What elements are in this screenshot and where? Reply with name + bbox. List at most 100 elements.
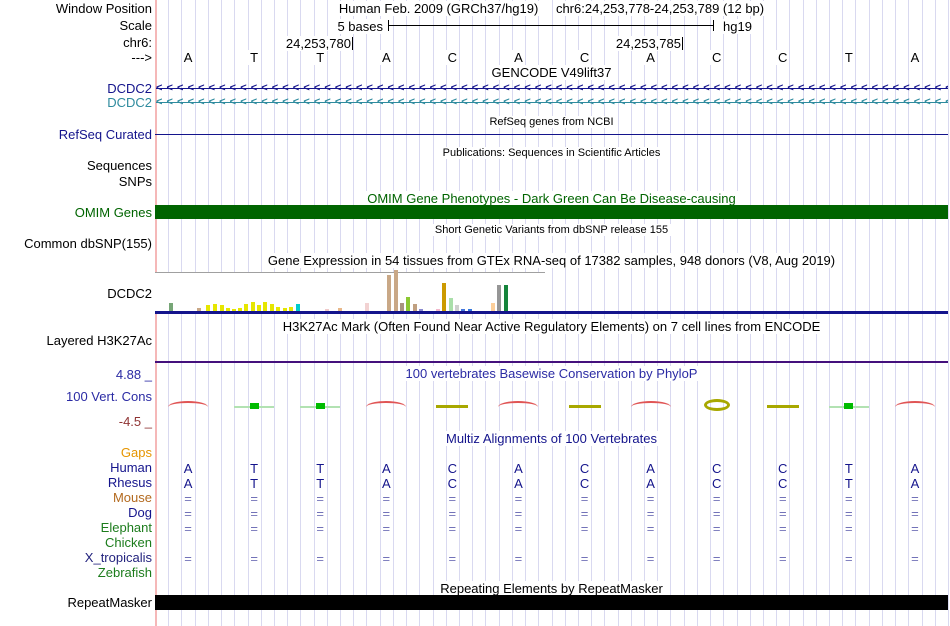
- multiz-alignment-cell: =: [249, 491, 259, 506]
- multiz-alignment-row[interactable]: = = = = = = = = = = = =: [155, 521, 948, 536]
- gtex-expression-bar: [449, 298, 453, 311]
- multiz-alignment-cell: C: [710, 476, 723, 491]
- dbsnp-track-title: Short Genetic Variants from dbSNP releas…: [155, 223, 948, 237]
- assembly-title: Human Feb. 2009 (GRCh37/hg19): [335, 1, 542, 16]
- multiz-alignment-cell: =: [183, 491, 193, 506]
- base-letter: C: [577, 50, 592, 65]
- repeatmasker-track-title: Repeating Elements by RepeatMasker: [155, 581, 948, 596]
- multiz-alignment-cell: =: [579, 491, 590, 506]
- gtex-expression-bar: [387, 275, 391, 311]
- base-letter: A: [644, 50, 657, 65]
- scale-row-label: Scale: [119, 18, 152, 33]
- multiz-alignment-cell: =: [844, 506, 854, 521]
- phylop-track-title: 100 vertebrates Basewise Conservation by…: [155, 366, 948, 381]
- window-position-title: Human Feb. 2009 (GRCh37/hg19) chr6:24,25…: [155, 1, 948, 16]
- multiz-alignment-cell: T: [315, 476, 326, 491]
- multiz-alignment-cell: =: [249, 506, 259, 521]
- multiz-alignment-cell: =: [844, 551, 854, 566]
- base-letter: C: [709, 50, 724, 65]
- common-dbsnp-label: Common dbSNP(155): [24, 236, 152, 251]
- coord-left-tick: [352, 37, 353, 50]
- omim-gene-bar[interactable]: [155, 205, 948, 219]
- phylop-mark-olive-line: [568, 405, 601, 408]
- gtex-expression-bar: [442, 283, 446, 311]
- multiz-alignment-cell: =: [513, 506, 524, 521]
- multiz-alignment-cell: =: [711, 506, 722, 521]
- multiz-species-label: X_tropicalis: [84, 550, 152, 565]
- gtex-expression-bar: [296, 304, 300, 311]
- gtex-expression-bar: [244, 304, 248, 311]
- scale-bar-left-tick: [388, 20, 389, 31]
- phylop-mark-olive-line: [436, 405, 469, 408]
- coord-left: 24,253,780: [285, 36, 351, 51]
- h3k27ac-track-line[interactable]: [155, 361, 948, 363]
- phylop-mark-green-tick: [844, 403, 854, 409]
- sequences-label: Sequences: [86, 158, 152, 173]
- multiz-species-label: Dog: [128, 505, 152, 520]
- multiz-alignment-cell: =: [447, 521, 458, 536]
- multiz-alignment-cell: =: [315, 506, 325, 521]
- gencode-gene-row[interactable]: <<<<<<<<<<<<<<<<<<<<<<<<<<<<<<<<<<<<<<<<…: [156, 82, 948, 95]
- strand-arrow-glyphs: <<<<<<<<<<<<<<<<<<<<<<<<<<<<<<<<<<<<<<<<…: [156, 82, 948, 94]
- multiz-alignment-cell: A: [182, 461, 194, 476]
- multiz-alignment-cell: T: [843, 461, 854, 476]
- repeatmasker-bar[interactable]: [155, 595, 948, 610]
- multiz-alignment-cell: A: [513, 476, 524, 491]
- multiz-alignment-cell: =: [447, 551, 458, 566]
- gtex-expression-bar: [504, 285, 508, 311]
- strand-direction-label: --->: [131, 50, 152, 65]
- phylop-mark-green-tick: [249, 403, 259, 409]
- gtex-expression-bar: [394, 270, 398, 311]
- multiz-alignment-row[interactable]: = = = = = = = = = = = =: [155, 491, 948, 506]
- refseq-curated-label: RefSeq Curated: [58, 127, 152, 142]
- multiz-alignment-cell: =: [645, 506, 656, 521]
- multiz-alignment-cell: A: [380, 461, 392, 476]
- refseq-gene-line[interactable]: [155, 134, 948, 135]
- multiz-alignment-cell: =: [579, 506, 590, 521]
- multiz-alignment-cell: =: [249, 521, 259, 536]
- multiz-alignment-row[interactable]: = = = = = = = = = = = =: [155, 551, 948, 566]
- gtex-expression-bar: [169, 303, 173, 311]
- gencode-gene-row[interactable]: <<<<<<<<<<<<<<<<<<<<<<<<<<<<<<<<<<<<<<<<…: [156, 96, 948, 109]
- multiz-alignment-cell: =: [711, 551, 722, 566]
- multiz-alignment-cell: =: [579, 521, 590, 536]
- multiz-alignment-cell: =: [315, 551, 325, 566]
- gtex-track-title: Gene Expression in 54 tissues from GTEx …: [155, 253, 948, 268]
- publications-track-title: Publications: Sequences in Scientific Ar…: [155, 146, 948, 160]
- multiz-alignment-cell: =: [777, 506, 788, 521]
- multiz-alignment-cell: =: [777, 521, 788, 536]
- assembly-short-label: hg19: [723, 19, 752, 34]
- scale-bar-right-tick: [713, 20, 714, 31]
- multiz-alignment-cell: C: [446, 476, 459, 491]
- omim-track-title: OMIM Gene Phenotypes - Dark Green Can Be…: [155, 191, 948, 206]
- multiz-alignment-cell: =: [513, 491, 524, 506]
- gtex-expression-bar: [270, 304, 274, 311]
- multiz-species-label: Rhesus: [107, 475, 152, 490]
- phylop-mark-olive-ellipse: [703, 399, 730, 411]
- multiz-alignment-row[interactable]: ATTACACACCTA: [155, 476, 948, 491]
- multiz-alignment-cell: =: [645, 521, 656, 536]
- multiz-alignment-cell: =: [910, 551, 920, 566]
- gtex-expression-bar: [263, 302, 267, 311]
- multiz-alignment-cell: =: [381, 521, 392, 536]
- multiz-alignment-cell: T: [315, 461, 326, 476]
- base-letter: T: [842, 50, 855, 65]
- multiz-alignment-cell: =: [844, 521, 854, 536]
- genome-browser: Window Position Human Feb. 2009 (GRCh37/…: [0, 0, 950, 626]
- multiz-alignment-cell: A: [909, 476, 921, 491]
- base-letter: C: [776, 50, 790, 65]
- multiz-species-label: Mouse: [112, 490, 152, 505]
- multiz-alignment-cell: =: [711, 521, 722, 536]
- multiz-alignment-cell: T: [843, 476, 854, 491]
- gtex-expression-bar: [406, 297, 410, 311]
- multiz-species-label: Chicken: [105, 535, 152, 550]
- base-sequence-row[interactable]: ATTACACACCTA: [155, 50, 948, 65]
- multiz-alignment-row[interactable]: ATTACACACCTA: [155, 461, 948, 476]
- multiz-alignment-cell: =: [447, 506, 458, 521]
- multiz-alignment-row[interactable]: = = = = = = = = = = = =: [155, 506, 948, 521]
- multiz-alignment-cell: =: [910, 491, 920, 506]
- gencode-gene-label: DCDC2: [107, 81, 152, 96]
- multiz-alignment-cell: A: [909, 461, 921, 476]
- multiz-alignment-cell: C: [777, 461, 789, 476]
- multiz-alignment-cell: A: [182, 476, 194, 491]
